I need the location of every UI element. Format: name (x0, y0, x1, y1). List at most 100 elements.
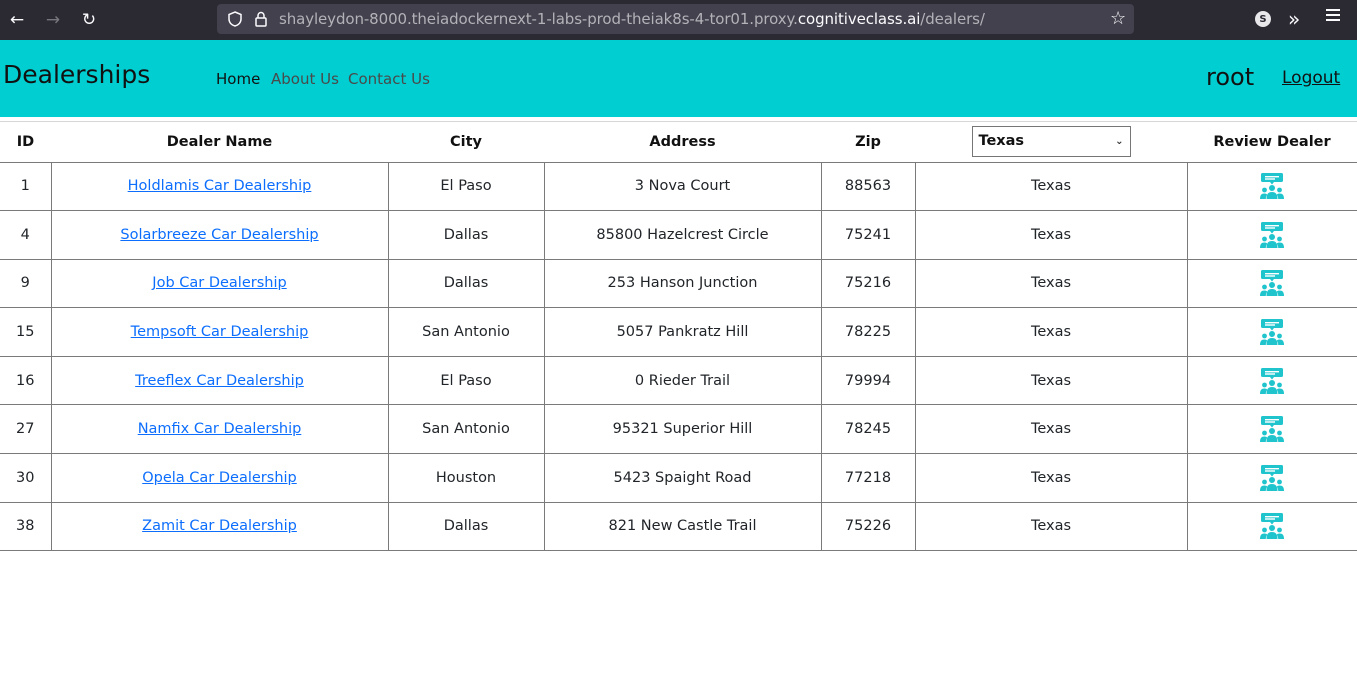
cell-city: San Antonio (387, 307, 544, 357)
cell-dealer-name: Holdlamis Car Dealership (50, 161, 388, 211)
cell-state: Texas (914, 355, 1187, 405)
cell-dealer-name: Opela Car Dealership (50, 453, 388, 503)
chevron-down-icon: ⌄ (1115, 136, 1124, 148)
table-row: 38 Zamit Car Dealership Dallas 821 New Cast… (0, 501, 1357, 552)
browser-toolbar: ← → ↻ shayleydon-8000.theiadockernext-1-… (0, 0, 1357, 40)
cell-city: San Antonio (387, 404, 544, 454)
dealer-name-link[interactable]: Holdlamis Car Dealership (128, 178, 312, 194)
dealers-table: ID Dealer Name City Address Zip Texas ⌄ … (0, 122, 1357, 552)
header-city: City (450, 133, 482, 150)
table-row: 27 Namfix Car Dealership San Antonio 95321 … (0, 404, 1357, 454)
table-header-row: ID Dealer Name City Address Zip Texas ⌄ … (0, 122, 1357, 162)
cell-city: Dallas (387, 258, 544, 308)
review-dealer-icon[interactable] (1259, 416, 1285, 443)
cell-state: Texas (914, 404, 1187, 454)
cell-dealer-name: Zamit Car Dealership (50, 501, 388, 552)
table-row: 15 Tempsoft Car Dealership San Antonio 5057… (0, 307, 1357, 357)
overflow-chevrons-icon[interactable]: » (1288, 7, 1300, 31)
cell-id: 30 (0, 453, 51, 503)
app-navbar: Dealerships Home About Us Contact Us roo… (0, 40, 1357, 117)
header-dealer-name: Dealer Name (166, 133, 273, 150)
header-address: Address (649, 133, 716, 150)
header-review-dealer: Review Dealer (1213, 133, 1331, 150)
review-dealer-icon[interactable] (1259, 221, 1285, 248)
cell-id: 38 (0, 501, 51, 552)
review-dealer-icon[interactable] (1259, 173, 1285, 200)
username-label: root (1206, 63, 1255, 91)
cell-zip: 75241 (820, 210, 915, 260)
cell-state: Texas (914, 210, 1187, 260)
cell-address: 821 New Castle Trail (543, 501, 821, 552)
cell-address: 5423 Spaight Road (543, 453, 821, 503)
logout-link[interactable]: Logout (1282, 68, 1340, 88)
table-row: 30 Opela Car Dealership Houston 5423 Spaigh… (0, 453, 1357, 503)
dealer-name-link[interactable]: Solarbreeze Car Dealership (120, 227, 318, 243)
brand-title[interactable]: Dealerships (3, 60, 150, 89)
nav-contact-link[interactable]: Contact Us (348, 70, 430, 88)
state-filter-select[interactable]: Texas ⌄ (971, 126, 1131, 158)
review-dealer-icon[interactable] (1259, 367, 1285, 394)
review-dealer-icon[interactable] (1259, 270, 1285, 297)
cell-zip: 77218 (820, 453, 915, 503)
dealer-name-link[interactable]: Job Car Dealership (152, 275, 286, 291)
header-zip: Zip (855, 133, 881, 150)
cell-id: 16 (0, 355, 51, 405)
review-dealer-icon[interactable] (1259, 319, 1285, 346)
back-arrow-icon[interactable]: ← (5, 8, 29, 32)
cell-review (1186, 501, 1357, 552)
cell-city: Dallas (387, 501, 544, 552)
cell-city: El Paso (387, 161, 544, 211)
cell-address: 85800 Hazelcrest Circle (543, 210, 821, 260)
cell-zip: 75216 (820, 258, 915, 308)
cell-dealer-name: Namfix Car Dealership (50, 404, 388, 454)
table-row: 4 Solarbreeze Car Dealership Dallas 85800 H… (0, 210, 1357, 260)
cell-id: 9 (0, 258, 51, 308)
reload-icon[interactable]: ↻ (77, 8, 101, 32)
cell-state: Texas (914, 307, 1187, 357)
header-id: ID (16, 133, 35, 150)
dealer-name-link[interactable]: Zamit Car Dealership (142, 518, 297, 534)
cell-city: El Paso (387, 355, 544, 405)
cell-address: 253 Hanson Junction (543, 258, 821, 308)
table-row: 16 Treeflex Car Dealership El Paso 0 Rieder… (0, 355, 1357, 405)
bookmark-star-icon[interactable]: ☆ (1110, 8, 1126, 29)
cell-dealer-name: Job Car Dealership (50, 258, 388, 308)
hamburger-menu-icon[interactable] (1326, 9, 1340, 21)
cell-city: Houston (387, 453, 544, 503)
cell-review (1186, 258, 1357, 308)
review-dealer-icon[interactable] (1259, 464, 1285, 491)
cell-review (1186, 453, 1357, 503)
cell-dealer-name: Tempsoft Car Dealership (50, 307, 388, 357)
address-bar[interactable]: shayleydon-8000.theiadockernext-1-labs-p… (217, 4, 1134, 34)
cell-address: 0 Rieder Trail (543, 355, 821, 405)
cell-state: Texas (914, 501, 1187, 552)
url-text[interactable]: shayleydon-8000.theiadockernext-1-labs-p… (279, 10, 985, 28)
forward-arrow-icon[interactable]: → (41, 8, 65, 32)
cell-dealer-name: Solarbreeze Car Dealership (50, 210, 388, 260)
table-row: 9 Job Car Dealership Dallas 253 Hanson Junc… (0, 258, 1357, 308)
cell-state: Texas (914, 453, 1187, 503)
review-dealer-icon[interactable] (1259, 513, 1285, 540)
nav-home-link[interactable]: Home (216, 70, 260, 88)
cell-state: Texas (914, 258, 1187, 308)
cell-zip: 75226 (820, 501, 915, 552)
cell-id: 1 (0, 161, 51, 211)
dealer-name-link[interactable]: Tempsoft Car Dealership (131, 324, 309, 340)
lock-icon[interactable] (252, 10, 270, 28)
nav-about-link[interactable]: About Us (271, 70, 339, 88)
table-row: 1 Holdlamis Car Dealership El Paso 3 Nova C… (0, 161, 1357, 211)
cell-dealer-name: Treeflex Car Dealership (50, 355, 388, 405)
state-filter-value: Texas (978, 133, 1025, 150)
cell-zip: 88563 (820, 161, 915, 211)
header-state-filter: Texas ⌄ (915, 122, 1187, 162)
shield-icon[interactable] (226, 10, 244, 28)
dealer-name-link[interactable]: Namfix Car Dealership (138, 421, 302, 437)
profile-avatar-icon[interactable]: S (1255, 11, 1271, 27)
cell-address: 5057 Pankratz Hill (543, 307, 821, 357)
dealer-name-link[interactable]: Treeflex Car Dealership (135, 373, 304, 389)
cell-zip: 78225 (820, 307, 915, 357)
dealer-name-link[interactable]: Opela Car Dealership (142, 470, 297, 486)
cell-review (1186, 307, 1357, 357)
cell-zip: 79994 (820, 355, 915, 405)
cell-review (1186, 404, 1357, 454)
